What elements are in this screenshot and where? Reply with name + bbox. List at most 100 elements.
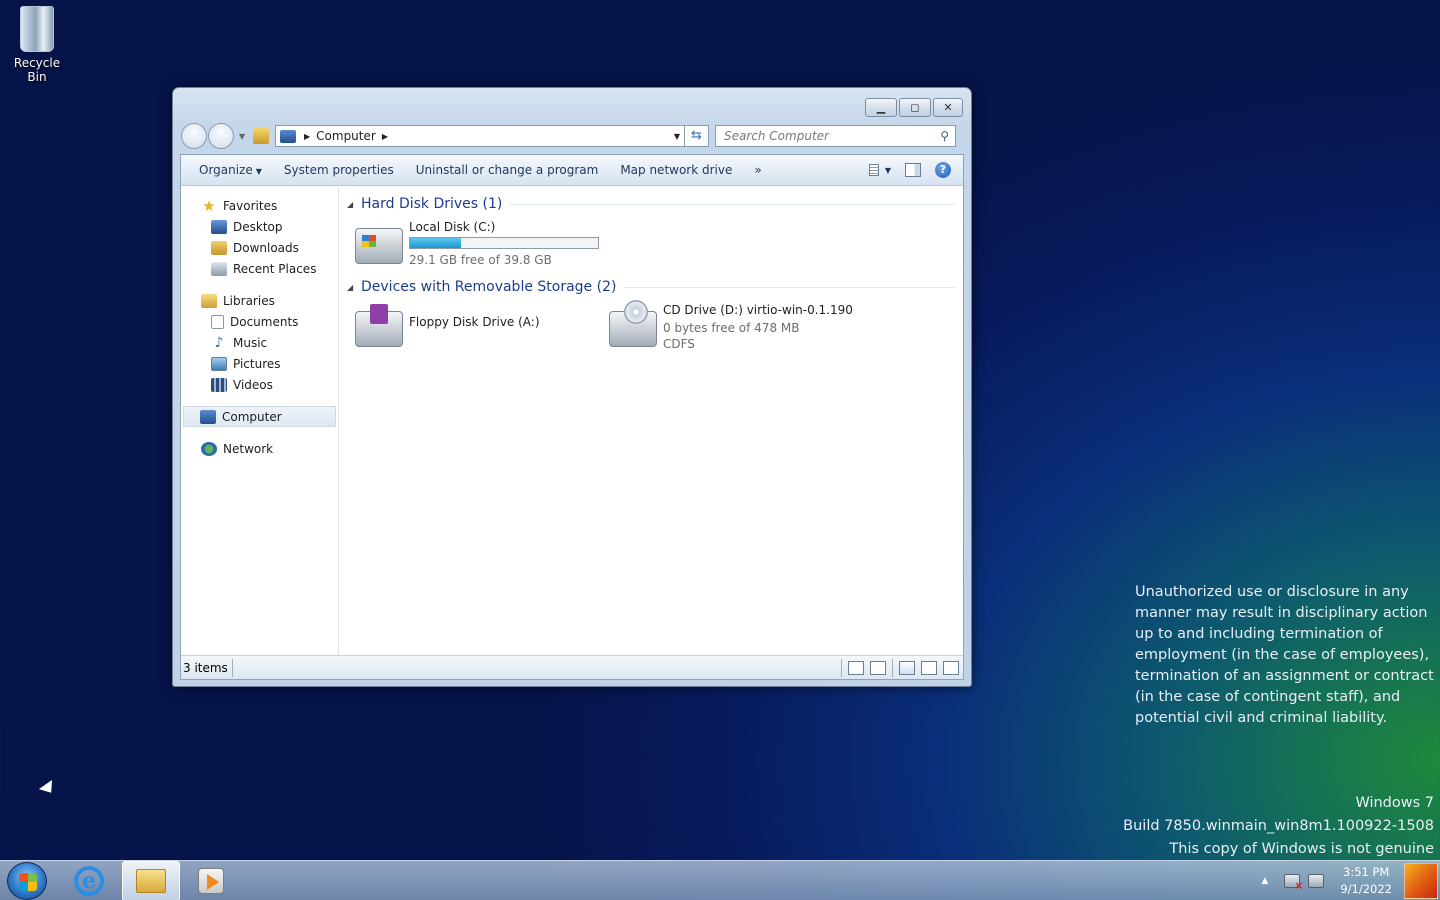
recycle-bin-icon[interactable]: Recycle Bin <box>4 6 70 84</box>
drive-name: Floppy Disk Drive (A:) <box>409 315 540 329</box>
refresh-button[interactable]: ⇆ <box>685 125 709 147</box>
back-button[interactable] <box>181 123 207 149</box>
minimize-button[interactable]: ▁ <box>865 98 897 117</box>
nav-label: Music <box>233 335 268 350</box>
nav-label: Desktop <box>233 219 283 234</box>
windows-watermark: Windows 7 Build 7850.winmain_win8m1.1009… <box>1123 792 1434 861</box>
explorer-window: ▁ ◻ ✕ ▼ ▶ Computer ▶ ▼ ⇆ Search Computer… <box>172 87 972 687</box>
nav-desktop[interactable]: Desktop <box>181 216 338 237</box>
recent-places-icon <box>211 261 227 276</box>
clock-time: 3:51 PM <box>1343 865 1390 879</box>
mouse-cursor-icon <box>38 780 58 798</box>
watermark-line-3: This copy of Windows is not genuine <box>1169 841 1434 857</box>
clock-date: 9/1/2022 <box>1340 882 1392 896</box>
music-note-icon: ♪ <box>214 334 224 351</box>
taskbar-media-player[interactable] <box>182 861 240 900</box>
nav-label: Network <box>223 441 274 456</box>
pictures-icon <box>211 356 227 371</box>
system-properties-button[interactable]: System properties <box>276 163 402 177</box>
layout-pane-icon[interactable] <box>899 660 915 675</box>
star-icon: ★ <box>202 196 216 215</box>
windows-logo-icon <box>19 873 37 891</box>
collapse-triangle-icon[interactable]: ◢ <box>347 283 361 292</box>
close-icon: ✕ <box>943 101 953 114</box>
nav-downloads[interactable]: Downloads <box>181 237 338 258</box>
group-title: Hard Disk Drives (1) <box>361 196 503 212</box>
nav-network[interactable]: Network <box>181 438 338 459</box>
clock[interactable]: 3:51 PM 9/1/2022 <box>1340 864 1392 898</box>
drive-usage-bar <box>409 237 599 249</box>
map-network-drive-button[interactable]: Map network drive <box>612 163 740 177</box>
group-removable-storage[interactable]: ◢ Devices with Removable Storage (2) <box>347 275 955 299</box>
nav-recent-places[interactable]: Recent Places <box>181 258 338 279</box>
taskbar-internet-explorer[interactable]: e <box>60 861 118 900</box>
folder-icon <box>136 869 166 893</box>
show-hidden-icons-icon[interactable]: ▲ <box>1261 876 1268 886</box>
up-folder-icon[interactable] <box>253 128 269 144</box>
taskbar-windows-explorer[interactable] <box>122 861 180 900</box>
breadcrumb-arrow-icon[interactable]: ▶ <box>382 132 388 141</box>
help-icon[interactable]: ? <box>935 162 951 178</box>
change-view-button[interactable]: ▼ <box>869 163 891 177</box>
forward-button[interactable] <box>208 123 234 149</box>
organize-label: Organize <box>199 163 253 177</box>
large-icons-view-icon[interactable] <box>870 660 886 675</box>
drive-local-disk-c[interactable]: Local Disk (C:) 29.1 GB free of 39.8 GB <box>347 216 601 272</box>
nav-libraries[interactable]: Libraries <box>181 290 338 311</box>
recent-pages-dropdown[interactable]: ▼ <box>239 132 249 141</box>
breadcrumb-arrow-icon[interactable]: ▶ <box>304 132 310 141</box>
action-center-icon[interactable] <box>1284 874 1303 892</box>
details-view-icon[interactable] <box>848 660 864 675</box>
hard-drive-icon <box>355 228 403 264</box>
nav-favorites[interactable]: ★ Favorites <box>181 195 338 216</box>
uninstall-program-button[interactable]: Uninstall or change a program <box>408 163 607 177</box>
more-commands-button[interactable]: » <box>746 163 769 177</box>
drive-floppy-a[interactable]: Floppy Disk Drive (A:) <box>347 299 601 356</box>
preview-pane-button[interactable] <box>905 163 921 177</box>
drive-free-space: 0 bytes free of 478 MB <box>663 321 800 335</box>
nav-label: Libraries <box>223 293 275 308</box>
navigation-pane: ★ Favorites Desktop Downloads Recent Plac… <box>181 187 339 655</box>
refresh-icon: ⇆ <box>691 128 702 143</box>
legal-notice: Unauthorized use or disclosure in any ma… <box>1135 584 1434 726</box>
close-button[interactable]: ✕ <box>933 98 963 117</box>
maximize-button[interactable]: ◻ <box>899 98 931 117</box>
nav-pictures[interactable]: Pictures <box>181 353 338 374</box>
window-controls: ▁ ◻ ✕ <box>865 98 963 117</box>
nav-documents[interactable]: Documents <box>181 311 338 332</box>
drive-filesystem: CDFS <box>663 337 695 351</box>
start-button[interactable] <box>7 862 47 900</box>
trash-icon <box>20 6 54 52</box>
search-input[interactable]: Search Computer ⚲ <box>715 125 956 147</box>
nav-label: Videos <box>233 377 273 392</box>
command-bar: Organize ▼ System properties Uninstall or… <box>181 155 963 186</box>
show-desktop-button[interactable] <box>1404 863 1438 899</box>
media-player-icon <box>198 868 224 894</box>
volume-icon[interactable] <box>1308 874 1325 888</box>
view-icon <box>869 164 879 176</box>
watermark-line-2: Build 7850.winmain_win8m1.100922-1508 <box>1123 818 1434 834</box>
collapse-triangle-icon[interactable]: ◢ <box>347 200 361 209</box>
address-bar[interactable]: ▶ Computer ▶ ▼ <box>275 125 685 147</box>
nav-computer[interactable]: Computer <box>183 406 336 427</box>
removable-items: Floppy Disk Drive (A:) CD Drive (D:) vir… <box>347 299 955 356</box>
system-tray: ▲ 3:51 PM 9/1/2022 <box>1261 861 1440 900</box>
group-hard-disk-drives[interactable]: ◢ Hard Disk Drives (1) <box>347 192 955 216</box>
layout-details-pane-icon[interactable] <box>921 660 937 675</box>
layout-preview-pane-icon[interactable] <box>943 660 959 675</box>
nav-videos[interactable]: Videos <box>181 374 338 395</box>
watermark-line-1: Windows 7 <box>1355 795 1434 811</box>
organize-button[interactable]: Organize ▼ <box>191 163 270 177</box>
nav-label: Pictures <box>233 356 281 371</box>
breadcrumb-computer[interactable]: Computer <box>316 129 376 143</box>
address-dropdown-icon[interactable]: ▼ <box>670 132 684 141</box>
nav-music[interactable]: ♪ Music <box>181 332 338 353</box>
drive-cd-d[interactable]: CD Drive (D:) virtio-win-0.1.190 0 bytes… <box>601 299 855 356</box>
chevron-down-icon: ▼ <box>884 165 891 175</box>
explorer-client: Organize ▼ System properties Uninstall or… <box>180 154 964 680</box>
nav-label: Documents <box>230 314 299 329</box>
search-icon[interactable]: ⚲ <box>940 129 949 143</box>
document-icon <box>211 314 224 329</box>
status-view-buttons <box>841 658 963 677</box>
content-pane: ◢ Hard Disk Drives (1) Local Disk (C:) 2… <box>339 187 963 655</box>
